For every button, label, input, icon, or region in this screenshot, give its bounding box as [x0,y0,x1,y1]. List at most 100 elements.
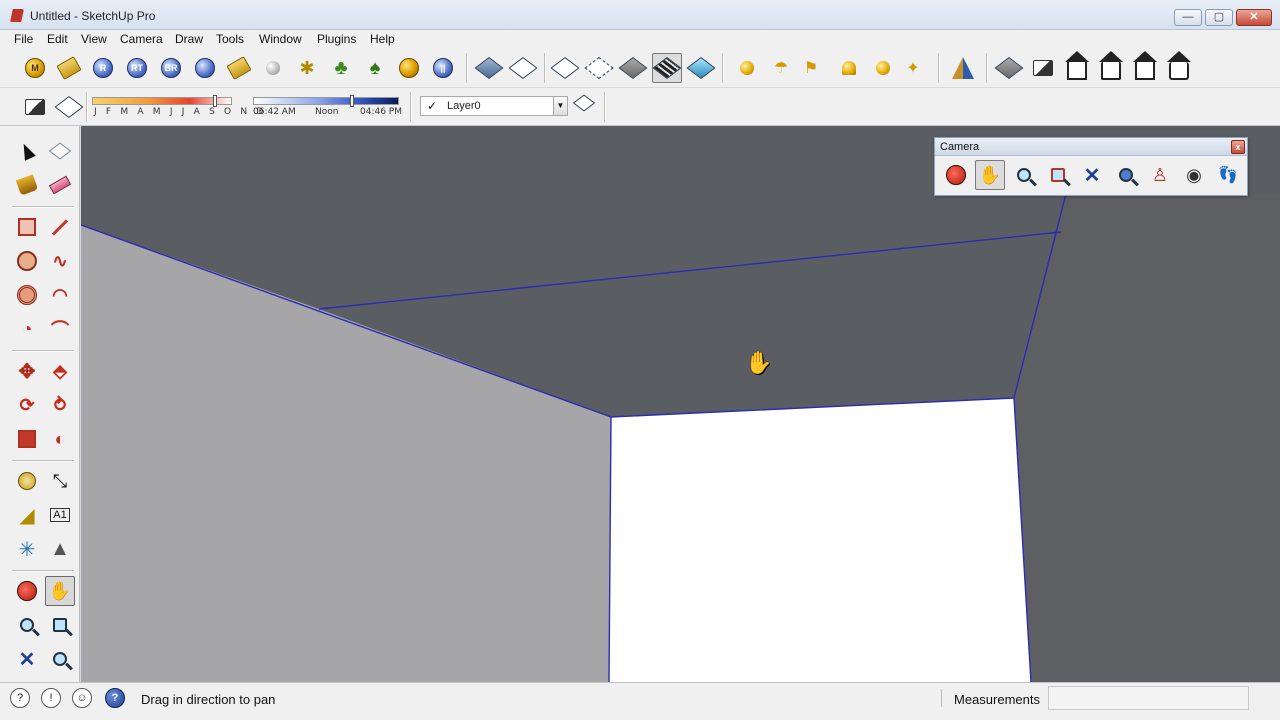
plugin-rt-button[interactable]: RT [122,53,152,83]
plugin-tag2-button[interactable] [224,53,254,83]
dimension-tool-button[interactable]: ⤡ [45,466,75,496]
shadow-date-thumb[interactable] [213,95,217,107]
polygon-tool-button[interactable] [12,280,42,310]
text-tool-button[interactable]: A1 [45,500,75,530]
orbit-tool-button[interactable] [12,576,42,606]
menu-tools[interactable]: Tools [216,32,244,46]
close-button[interactable]: ✕ [1236,9,1272,26]
view-top-button[interactable] [1028,53,1058,83]
shadow-time-thumb[interactable] [350,95,354,107]
shaded-textures-button[interactable] [652,53,682,83]
shadow-date-slider[interactable] [92,97,232,105]
view-right-button[interactable] [1096,51,1126,83]
cam-position-button[interactable]: ♙ [1145,160,1175,190]
xray-button[interactable] [550,53,580,83]
plugin-br-button[interactable]: BR [156,53,186,83]
shaded-button[interactable] [618,53,648,83]
user-icon[interactable]: ☺ [72,688,92,708]
previous-view-button[interactable] [45,644,75,674]
cam-orbit-button[interactable] [941,160,971,190]
menu-view[interactable]: View [81,32,107,46]
view-iso-button[interactable] [994,53,1024,83]
chevron-down-icon[interactable]: ▼ [553,97,567,115]
layer-dropdown[interactable]: ✓ Layer0 ▼ [420,96,568,116]
cam-zoom-window-button[interactable] [1043,160,1073,190]
sphere-button[interactable] [258,53,288,83]
eraser-button[interactable] [45,170,75,200]
view-front-button[interactable] [1062,51,1092,83]
axes-tool-button[interactable]: ✳ [12,534,42,564]
minimize-button[interactable]: — [1174,9,1202,26]
view-left-button[interactable] [1164,51,1194,83]
menu-window[interactable]: Window [259,32,302,46]
geo-location-icon[interactable]: ? [10,688,30,708]
display-shadows-button[interactable] [54,92,84,122]
offset-tool-button[interactable]: ◐ [45,424,75,454]
view-back-button[interactable] [1130,51,1160,83]
bug-button[interactable]: ✱ [292,53,322,83]
cam-zoom-button[interactable] [1009,160,1039,190]
sun-button[interactable] [732,53,762,83]
tree2-button[interactable]: ♠ [360,53,390,83]
cam-pan-button[interactable]: ✋ [975,160,1005,190]
measurements-input[interactable] [1048,686,1249,710]
menu-edit[interactable]: Edit [47,32,68,46]
zoom-tool-button[interactable] [12,610,42,640]
zoom-extents-button[interactable]: ✕ [12,644,42,674]
shadow-time-slider[interactable] [253,97,399,105]
plugin-m-button[interactable]: M [20,53,50,83]
protractor-button[interactable]: ◢ [12,500,42,530]
make-component-button[interactable] [45,136,75,166]
cam-previous-button[interactable] [1111,160,1141,190]
maximize-button[interactable]: ▢ [1205,9,1233,26]
line-tool-button[interactable] [45,212,75,242]
paint-bucket-button[interactable] [12,170,42,200]
plugin-r-button[interactable]: R [88,53,118,83]
camera-panel-titlebar[interactable]: Camera x [935,138,1247,156]
render-button[interactable] [394,53,424,83]
rectangle-tool-button[interactable] [12,212,42,242]
layer-manager-button[interactable] [572,92,596,114]
pan-tool-button[interactable]: ✋ [45,576,75,606]
pie-tool-button[interactable]: ◔ [12,314,42,344]
wireframe-button[interactable] [584,53,614,83]
cam-walk-button[interactable]: 👣 [1213,160,1243,190]
circle-tool-button[interactable] [12,246,42,276]
omni-light-button[interactable] [868,53,898,83]
tree-button[interactable]: ♣ [326,53,356,83]
iso-view-button[interactable] [474,53,504,83]
menu-camera[interactable]: Camera [120,32,163,46]
select-tool-button[interactable] [12,136,42,166]
ies-light-button[interactable]: ✦ [898,53,928,83]
push-pull-button[interactable]: ⬘ [45,356,75,386]
menu-plugins[interactable]: Plugins [317,32,356,46]
3d-text-button[interactable]: ▲ [45,534,75,564]
tape-measure-button[interactable] [12,466,42,496]
cam-look-around-button[interactable]: ◉ [1179,160,1209,190]
help-icon[interactable]: ? [105,688,125,708]
menu-help[interactable]: Help [370,32,395,46]
zoom-window-button[interactable] [45,610,75,640]
top-view-button[interactable] [508,53,538,83]
shadow-settings-button[interactable] [20,92,50,122]
plugin-info-button[interactable] [190,53,220,83]
scene-canvas[interactable] [81,126,1280,682]
menu-file[interactable]: File [14,32,33,46]
section-plane-button[interactable] [948,53,978,83]
arc-tool-button[interactable]: ◠ [45,280,75,310]
light-lamp-button[interactable]: ☂ [766,53,796,83]
plugin-tag-button[interactable] [54,53,84,83]
monochrome-button[interactable] [686,53,716,83]
move-tool-button[interactable]: ✥ [12,356,42,386]
credits-icon[interactable]: ! [41,688,61,708]
menu-draw[interactable]: Draw [175,32,203,46]
drawing-viewport[interactable] [81,126,1280,682]
cam-zoom-extents-button[interactable]: ✕ [1077,160,1107,190]
freehand-tool-button[interactable]: ∿ [45,246,75,276]
follow-me-button[interactable]: ⥁ [45,390,75,420]
arc3-tool-button[interactable]: ⌒ [45,314,75,344]
scale-tool-button[interactable] [12,424,42,454]
rotate-tool-button[interactable]: ⟳ [12,390,42,420]
spotlight-button[interactable]: ⚑ [796,53,826,83]
dome-light-button[interactable] [834,53,864,83]
